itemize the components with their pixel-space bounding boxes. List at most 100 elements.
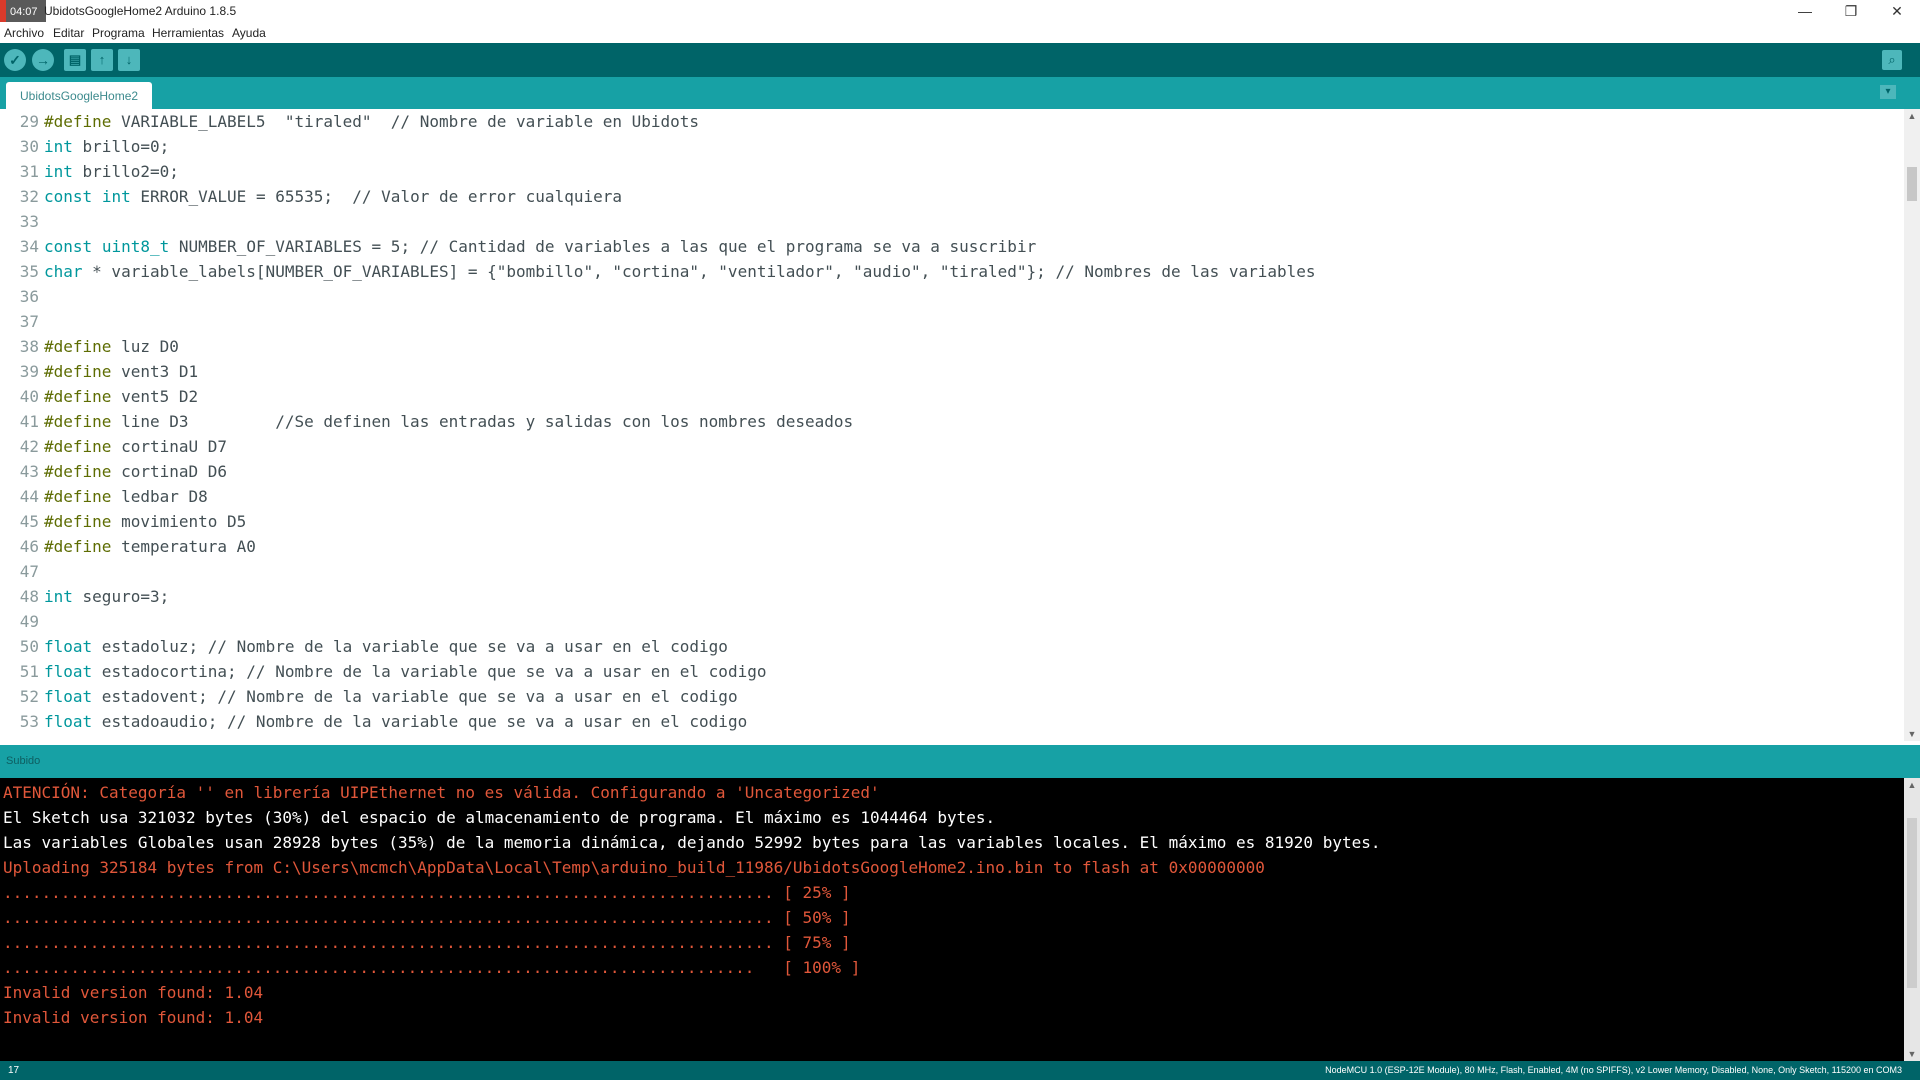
open-icon[interactable]: ↑ [91, 49, 113, 71]
console-scroll-down-icon[interactable]: ▼ [1904, 1049, 1920, 1059]
code-token: vent5 D2 [111, 387, 199, 406]
code-line[interactable]: 43 #define cortinaD D6 [0, 459, 227, 484]
editor-scroll-thumb[interactable] [1907, 167, 1917, 201]
code-line[interactable]: 42 #define cortinaU D7 [0, 434, 227, 459]
menu-herramientas[interactable]: Herramientas [152, 26, 224, 40]
keyword: int [44, 587, 73, 606]
code-text: #define ledbar D8 [44, 487, 208, 506]
code-line[interactable]: 31 int brillo2=0; [0, 159, 179, 184]
save-icon[interactable]: ↓ [118, 49, 140, 71]
code-token: luz D0 [111, 337, 179, 356]
title-bar: 04:07 UbidotsGoogleHome2 Arduino 1.8.5 —… [0, 0, 1920, 24]
line-number: 40 [19, 387, 39, 406]
code-line[interactable]: 45 #define movimiento D5 [0, 509, 247, 534]
console-line: ........................................… [3, 958, 861, 977]
minimize-button[interactable]: — [1782, 0, 1828, 22]
menu-editar[interactable]: Editar [53, 26, 84, 40]
code-line[interactable]: 29 #define VARIABLE_LABEL5 "tiraled" // N… [0, 109, 699, 134]
code-line[interactable]: 44 #define ledbar D8 [0, 484, 208, 509]
code-line[interactable]: 52 float estadovent; // Nombre de la vari… [0, 684, 738, 709]
keyword: float [44, 637, 93, 656]
code-line[interactable]: 50 float estadoluz; // Nombre de la varia… [0, 634, 728, 659]
scroll-down-icon[interactable]: ▼ [1904, 729, 1920, 739]
code-line[interactable]: 37 [0, 309, 44, 334]
code-token: cortinaD D6 [111, 462, 228, 481]
code-editor[interactable]: 29 #define VARIABLE_LABEL5 "tiraled" // N… [0, 109, 1904, 741]
code-line[interactable]: 33 [0, 209, 44, 234]
line-number: 31 [19, 162, 39, 181]
keyword: int [44, 162, 73, 181]
code-text: int brillo2=0; [44, 162, 179, 181]
editor-scrollbar[interactable]: ▲ ▼ [1904, 109, 1920, 741]
code-line[interactable]: 41 #define line D3 //Se definen las entra… [0, 409, 853, 434]
code-line[interactable]: 30 int brillo=0; [0, 134, 170, 159]
code-token: NUMBER_OF_VARIABLES = 5; // Cantidad de … [169, 237, 1037, 256]
code-line[interactable]: 51 float estadocortina; // Nombre de la v… [0, 659, 767, 684]
line-number: 46 [19, 537, 39, 556]
serial-monitor-icon[interactable]: ⌕ [1882, 50, 1902, 70]
upload-icon[interactable]: → [32, 49, 54, 71]
line-number: 49 [19, 612, 39, 631]
code-token: ERROR_VALUE = 65535; // Valor de error c… [130, 187, 622, 206]
line-number: 51 [19, 662, 39, 681]
code-text: const int ERROR_VALUE = 65535; // Valor … [44, 187, 622, 206]
line-number: 52 [19, 687, 39, 706]
line-number: 34 [19, 237, 39, 256]
menu-bar: Archivo Editar Programa Herramientas Ayu… [0, 22, 1920, 43]
preprocessor: #define [44, 437, 112, 456]
line-number: 50 [19, 637, 39, 656]
preprocessor: #define [44, 412, 112, 431]
preprocessor: #define [44, 537, 112, 556]
scroll-up-icon[interactable]: ▲ [1904, 111, 1920, 121]
console-scroll-up-icon[interactable]: ▲ [1904, 780, 1920, 790]
console-line: Invalid version found: 1.04 [3, 1008, 264, 1027]
code-token: estadocortina; // Nombre de la variable … [92, 662, 767, 681]
console-scrollbar[interactable]: ▲ ▼ [1904, 778, 1920, 1061]
line-number: 45 [19, 512, 39, 531]
console-line: ........................................… [3, 908, 851, 927]
code-line[interactable]: 47 [0, 559, 44, 584]
menu-programa[interactable]: Programa [92, 26, 145, 40]
code-token: brillo=0; [72, 137, 170, 156]
verify-icon[interactable]: ✓ [4, 49, 26, 71]
code-token: movimiento D5 [111, 512, 247, 531]
code-line[interactable]: 48 int seguro=3; [0, 584, 170, 609]
code-line[interactable]: 40 #define vent5 D2 [0, 384, 198, 409]
code-line[interactable]: 46 #define temperatura A0 [0, 534, 256, 559]
code-text: #define movimiento D5 [44, 512, 246, 531]
maximize-button[interactable]: ❐ [1828, 0, 1874, 22]
code-token: vent3 D1 [111, 362, 199, 381]
code-line[interactable]: 35 char * variable_labels[NUMBER_OF_VARIA… [0, 259, 1316, 284]
close-button[interactable]: ✕ [1874, 0, 1920, 22]
console-line: Uploading 325184 bytes from C:\Users\mcm… [3, 858, 1265, 877]
code-text: float estadovent; // Nombre de la variab… [44, 687, 738, 706]
code-line[interactable]: 32 const int ERROR_VALUE = 65535; // Valo… [0, 184, 622, 209]
record-indicator [0, 0, 6, 24]
line-number: 48 [19, 587, 39, 606]
line-number: 44 [19, 487, 39, 506]
console-scroll-thumb[interactable] [1907, 818, 1917, 988]
code-line[interactable]: 34 const uint8_t NUMBER_OF_VARIABLES = 5;… [0, 234, 1036, 259]
menu-archivo[interactable]: Archivo [4, 26, 44, 40]
new-sketch-icon[interactable]: ▤ [64, 49, 86, 71]
bottom-bar: 17 NodeMCU 1.0 (ESP-12E Module), 80 MHz,… [0, 1061, 1920, 1080]
console-output: ATENCIÓN: Categoría '' en librería UIPEt… [0, 778, 1904, 1061]
tab-menu-icon[interactable]: ▾ [1880, 85, 1896, 99]
tab-sketch[interactable]: UbidotsGoogleHome2 [6, 82, 153, 109]
code-line[interactable]: 39 #define vent3 D1 [0, 359, 198, 384]
code-line[interactable]: 38 #define luz D0 [0, 334, 179, 359]
menu-ayuda[interactable]: Ayuda [232, 26, 266, 40]
code-token: * variable_labels[NUMBER_OF_VARIABLES] =… [82, 262, 1316, 281]
code-line[interactable]: 49 [0, 609, 44, 634]
line-number: 35 [19, 262, 39, 281]
preprocessor: #define [44, 487, 112, 506]
keyword: const [44, 237, 93, 256]
code-line[interactable]: 53 float estadoaudio; // Nombre de la var… [0, 709, 747, 734]
preprocessor: #define [44, 387, 112, 406]
board-info[interactable]: NodeMCU 1.0 (ESP-12E Module), 80 MHz, Fl… [1325, 1065, 1902, 1075]
code-line[interactable]: 36 [0, 284, 44, 309]
line-number: 42 [19, 437, 39, 456]
status-bar: Subido [0, 745, 1920, 778]
